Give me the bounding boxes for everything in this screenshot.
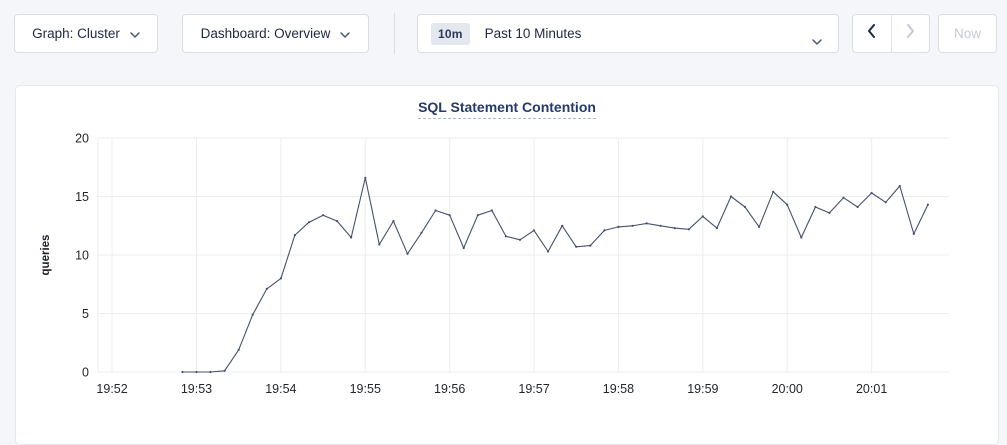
data-point (828, 212, 830, 214)
data-point (406, 253, 408, 255)
y-tick-label: 10 (75, 249, 89, 263)
data-point (350, 236, 352, 238)
data-point (814, 206, 816, 208)
chart-card: SQL Statement Contention 0 5 10 15 20 19:52 19… (15, 85, 999, 445)
x-tick-label: 19:53 (181, 382, 212, 396)
data-point (857, 206, 859, 208)
data-point (308, 221, 310, 223)
data-point (378, 243, 380, 245)
dashboard-dropdown[interactable]: Dashboard: Overview (182, 14, 369, 53)
toolbar-divider (394, 13, 395, 54)
dashboard-dropdown-label: Dashboard: Overview (201, 26, 331, 41)
data-point (674, 227, 676, 229)
time-range-selector[interactable]: 10m Past 10 Minutes (417, 14, 839, 53)
data-point (435, 209, 437, 211)
data-point (181, 371, 183, 373)
x-tick-label: 19:55 (350, 382, 381, 396)
data-point (885, 201, 887, 203)
data-point (688, 228, 690, 230)
data-point (561, 225, 563, 227)
chevron-right-icon (906, 24, 915, 43)
time-range-nav (852, 14, 930, 53)
data-point (505, 235, 507, 237)
graph-dropdown[interactable]: Graph: Cluster (14, 14, 158, 53)
data-point (519, 239, 521, 241)
y-tick-label: 0 (82, 366, 89, 380)
data-point (364, 177, 366, 179)
prev-range-button[interactable] (853, 15, 891, 52)
data-point (209, 371, 211, 373)
data-point (266, 288, 268, 290)
data-point (758, 226, 760, 228)
data-point (842, 197, 844, 199)
data-point (744, 206, 746, 208)
x-tick-label: 19:59 (687, 382, 718, 396)
data-point (463, 247, 465, 249)
data-point (730, 195, 732, 197)
x-tick-label: 19:57 (518, 382, 549, 396)
data-point (294, 234, 296, 236)
data-point (913, 233, 915, 235)
data-point (392, 220, 394, 222)
data-point (224, 370, 226, 372)
data-point (646, 222, 648, 224)
x-tick-label: 19:52 (96, 382, 127, 396)
data-point (716, 227, 718, 229)
data-point (238, 349, 240, 351)
time-range-badge: 10m (431, 23, 470, 45)
sql-contention-chart[interactable]: 0 5 10 15 20 19:52 19:53 19:54 19:55 19:56 19:57 19… (16, 121, 1000, 421)
data-point (336, 220, 338, 222)
y-tick-label: 15 (75, 190, 89, 204)
x-tick-label: 19:54 (265, 382, 296, 396)
chart-title[interactable]: SQL Statement Contention (418, 99, 596, 119)
data-point (420, 232, 422, 234)
y-tick-label: 5 (82, 307, 89, 321)
data-point (899, 185, 901, 187)
x-tick-label: 19:56 (434, 382, 465, 396)
data-point (631, 225, 633, 227)
data-point (195, 371, 197, 373)
data-point (322, 214, 324, 216)
data-point (800, 236, 802, 238)
chevron-down-icon (340, 32, 350, 38)
chevron-down-icon (812, 32, 822, 50)
graph-dropdown-label: Graph: Cluster (32, 26, 120, 41)
y-tick-label: 20 (75, 132, 89, 146)
data-point (449, 214, 451, 216)
chevron-down-icon (130, 32, 140, 38)
data-point (252, 314, 254, 316)
time-range-label: Past 10 Minutes (485, 26, 582, 41)
y-axis-label: queries (40, 235, 52, 276)
data-point (772, 191, 774, 193)
data-point (786, 204, 788, 206)
x-tick-label: 20:00 (772, 382, 803, 396)
data-point (589, 245, 591, 247)
data-point (871, 192, 873, 194)
data-point (603, 229, 605, 231)
data-point (617, 226, 619, 228)
data-point (280, 277, 282, 279)
data-point (660, 225, 662, 227)
x-tick-label: 19:58 (603, 382, 634, 396)
next-range-button[interactable] (891, 15, 930, 52)
data-point (702, 215, 704, 217)
sql-contention-chart-svg: 0 5 10 15 20 19:52 19:53 19:54 19:55 19:56 19:57 19… (16, 121, 1000, 421)
data-point (575, 246, 577, 248)
data-point (927, 204, 929, 206)
chevron-left-icon (867, 24, 876, 43)
data-point (533, 229, 535, 231)
x-tick-label: 20:01 (856, 382, 887, 396)
data-point (491, 209, 493, 211)
data-point (547, 250, 549, 252)
now-button[interactable]: Now (938, 14, 997, 53)
data-point (477, 214, 479, 216)
